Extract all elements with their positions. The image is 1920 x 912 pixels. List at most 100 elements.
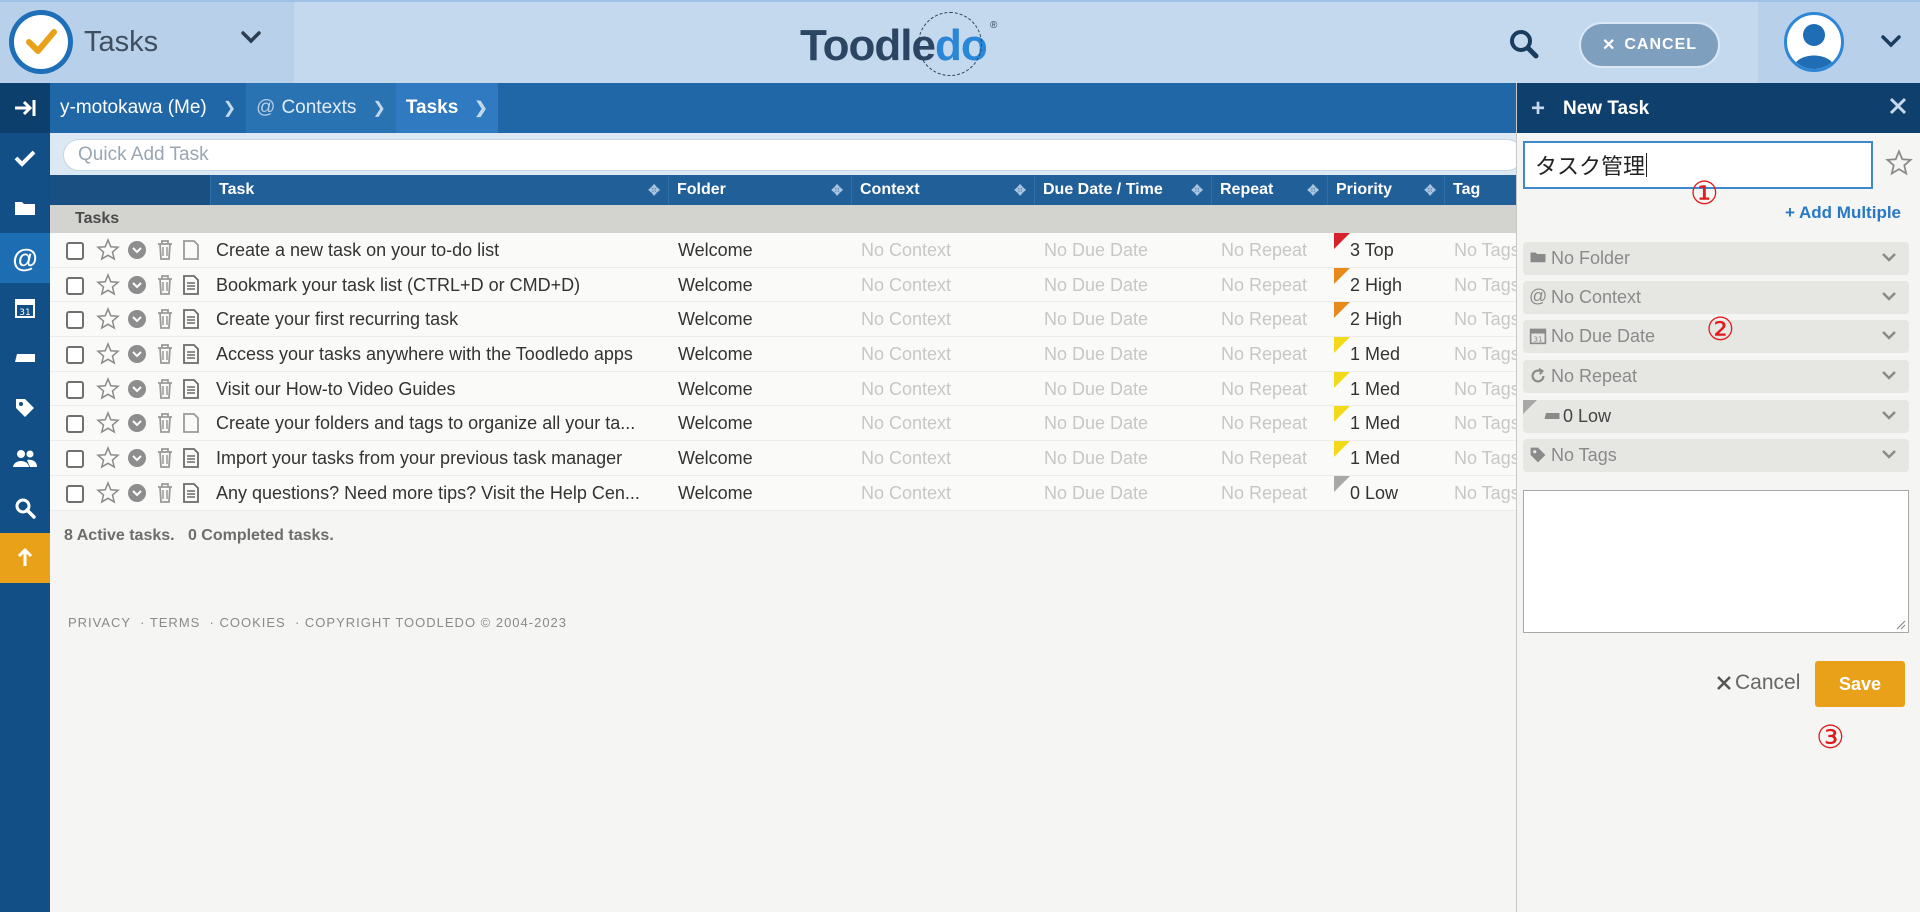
table-row[interactable]: Create a new task on your to-do list Wel… <box>50 233 1520 268</box>
task-folder[interactable]: Welcome <box>678 275 753 296</box>
status-circle-icon[interactable] <box>127 379 147 399</box>
star-icon[interactable] <box>96 376 120 401</box>
user-menu[interactable] <box>1758 2 1920 83</box>
task-repeat[interactable]: No Repeat <box>1221 483 1307 504</box>
status-circle-icon[interactable] <box>127 413 147 433</box>
chevron-down-icon[interactable] <box>1880 34 1902 53</box>
move-icon[interactable]: ✥ <box>1191 182 1203 199</box>
status-circle-icon[interactable] <box>127 275 147 295</box>
task-context[interactable]: No Context <box>861 413 951 434</box>
task-checkbox[interactable] <box>66 311 84 330</box>
task-folder[interactable]: Welcome <box>678 309 753 330</box>
star-icon[interactable] <box>96 411 120 435</box>
task-due-date[interactable]: No Due Date <box>1044 240 1148 261</box>
task-repeat[interactable]: No Repeat <box>1221 309 1307 330</box>
status-circle-icon[interactable] <box>127 483 147 503</box>
breadcrumb-contexts[interactable]: @ Contexts ❯ <box>246 83 396 133</box>
table-row[interactable]: Create your folders and tags to organize… <box>50 406 1520 442</box>
task-priority[interactable]: 2 High <box>1350 309 1402 330</box>
trash-icon[interactable] <box>156 343 174 365</box>
trash-icon[interactable] <box>156 378 174 400</box>
task-repeat[interactable]: No Repeat <box>1221 344 1307 365</box>
task-due-date[interactable]: No Due Date <box>1044 275 1148 296</box>
task-checkbox[interactable] <box>66 346 84 365</box>
sidebar-item-contexts[interactable]: @ <box>0 233 50 283</box>
star-icon[interactable] <box>96 342 120 366</box>
breadcrumb-tasks[interactable]: Tasks ❯ <box>395 83 498 133</box>
task-checkbox[interactable] <box>66 276 84 295</box>
task-context[interactable]: No Context <box>861 275 951 296</box>
task-note-textarea[interactable] <box>1523 490 1909 633</box>
task-priority[interactable]: 2 High <box>1350 275 1402 296</box>
table-row[interactable]: Import your tasks from your previous tas… <box>50 441 1520 476</box>
task-checkbox[interactable] <box>66 484 84 503</box>
star-icon[interactable] <box>96 238 120 262</box>
status-circle-icon[interactable] <box>127 309 147 329</box>
footer-privacy-link[interactable]: PRIVACY <box>68 615 131 630</box>
move-icon[interactable]: ✥ <box>831 182 843 199</box>
save-button[interactable]: Save <box>1815 661 1905 707</box>
note-icon[interactable] <box>182 378 200 400</box>
collapse-sidebar-button[interactable] <box>0 83 50 133</box>
task-context[interactable]: No Context <box>861 379 951 400</box>
task-tag[interactable]: No Tags <box>1454 275 1520 296</box>
quick-add-input[interactable]: Quick Add Task <box>63 139 1523 171</box>
task-folder[interactable]: Welcome <box>678 448 753 469</box>
task-context[interactable]: No Context <box>861 483 951 504</box>
column-header-folder[interactable]: Folder ✥ <box>668 175 851 205</box>
task-context[interactable]: No Context <box>861 309 951 330</box>
task-repeat[interactable]: No Repeat <box>1221 379 1307 400</box>
task-tag[interactable]: No Tags <box>1454 483 1520 504</box>
task-name[interactable]: Bookmark your task list (CTRL+D or CMD+D… <box>216 275 676 296</box>
star-icon[interactable] <box>1885 149 1913 177</box>
table-row[interactable]: Any questions? Need more tips? Visit the… <box>50 475 1520 511</box>
task-tag[interactable]: No Tags <box>1454 413 1520 434</box>
task-name[interactable]: Access your tasks anywhere with the Tood… <box>216 344 676 365</box>
column-header-task[interactable]: Task ✥ <box>210 175 668 205</box>
note-icon[interactable] <box>182 308 200 330</box>
note-icon[interactable] <box>182 239 200 261</box>
task-name[interactable]: Create your folders and tags to organize… <box>216 413 676 434</box>
task-folder[interactable]: Welcome <box>678 413 753 434</box>
task-priority[interactable]: 1 Med <box>1350 344 1400 365</box>
close-icon[interactable] <box>1887 95 1909 123</box>
task-repeat[interactable]: No Repeat <box>1221 240 1307 261</box>
sidebar-item-search[interactable] <box>0 483 50 533</box>
task-context[interactable]: No Context <box>861 344 951 365</box>
note-icon[interactable] <box>182 343 200 365</box>
task-checkbox[interactable] <box>66 415 84 434</box>
breadcrumb-user[interactable]: y-motokawa (Me) ❯ <box>50 83 247 133</box>
table-row[interactable]: Access your tasks anywhere with the Tood… <box>50 337 1520 372</box>
task-context[interactable]: No Context <box>861 448 951 469</box>
task-due-date[interactable]: No Due Date <box>1044 483 1148 504</box>
sidebar-item-tasks[interactable] <box>0 133 50 183</box>
note-icon[interactable] <box>182 412 200 434</box>
move-icon[interactable]: ✥ <box>1014 182 1026 199</box>
column-header-repeat[interactable]: Repeat ✥ <box>1211 175 1327 205</box>
task-tag[interactable]: No Tags <box>1454 379 1520 400</box>
task-folder[interactable]: Welcome <box>678 344 753 365</box>
task-due-date[interactable]: No Due Date <box>1044 344 1148 365</box>
panel-cancel-button[interactable]: Cancel <box>1715 671 1800 695</box>
task-tag[interactable]: No Tags <box>1454 240 1520 261</box>
trash-icon[interactable] <box>156 274 174 296</box>
task-priority[interactable]: 1 Med <box>1350 379 1400 400</box>
footer-terms-link[interactable]: TERMS <box>150 615 201 630</box>
table-row[interactable]: Bookmark your task list (CTRL+D or CMD+D… <box>50 267 1520 303</box>
task-repeat[interactable]: No Repeat <box>1221 448 1307 469</box>
trash-icon[interactable] <box>156 239 174 261</box>
task-tag[interactable]: No Tags <box>1454 448 1520 469</box>
star-icon[interactable] <box>96 446 120 470</box>
chevron-down-icon[interactable] <box>240 30 262 49</box>
task-priority[interactable]: 0 Low <box>1350 483 1398 504</box>
task-due-date[interactable]: No Due Date <box>1044 379 1148 400</box>
task-name[interactable]: Visit our How-to Video Guides <box>216 379 676 400</box>
status-circle-icon[interactable] <box>127 448 147 468</box>
task-context[interactable]: No Context <box>861 240 951 261</box>
column-header-tag[interactable]: Tag <box>1444 175 1516 205</box>
task-due-date[interactable]: No Due Date <box>1044 413 1148 434</box>
trash-icon[interactable] <box>156 447 174 469</box>
task-checkbox[interactable] <box>66 380 84 399</box>
note-icon[interactable] <box>182 447 200 469</box>
table-row[interactable]: Create your first recurring task Welcome… <box>50 302 1520 338</box>
